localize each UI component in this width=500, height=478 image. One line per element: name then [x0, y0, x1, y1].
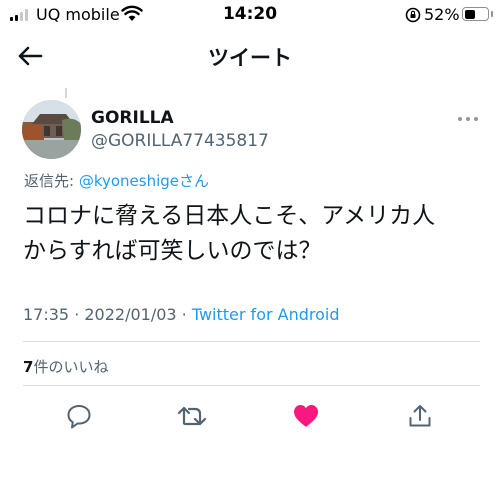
reply-suffix: さん [179, 172, 210, 190]
tweet-text-line: コロナに脅える日本人こそ、アメリカ人 [23, 203, 436, 229]
author-handle[interactable]: @GORILLA77435817 [91, 131, 269, 151]
battery-icon [462, 7, 493, 21]
avatar-photo [22, 100, 81, 159]
tweet-source-link[interactable]: Twitter for Android [192, 305, 340, 324]
reply-prefix: 返信先: [24, 172, 79, 190]
divider [23, 341, 480, 342]
retweet-button[interactable] [174, 398, 210, 434]
like-icon [294, 405, 318, 427]
navigation-bar: ツイート [0, 30, 500, 82]
likes-count[interactable]: 7件のいいね [23, 356, 108, 377]
tweet-meta: 17:35 · 2022/01/03 · Twitter for Android [23, 305, 340, 324]
reply-mention-link[interactable]: @kyoneshige [79, 172, 179, 190]
thread-connector [65, 88, 67, 98]
battery-percent: 52% [424, 5, 460, 24]
likes-label: 件のいいね [33, 358, 109, 376]
more-options-icon[interactable] [458, 117, 478, 123]
tweet-text-line: からすれば可笑しいのでは？ [23, 238, 322, 264]
like-button[interactable] [288, 398, 324, 434]
retweet-icon [177, 406, 207, 426]
reply-icon [67, 405, 91, 429]
author-display-name[interactable]: GORILLA [91, 108, 174, 128]
avatar[interactable] [22, 100, 81, 159]
divider [23, 385, 480, 386]
share-icon [409, 405, 431, 427]
page-title: ツイート [208, 46, 292, 70]
status-bar: UQ mobile 14:20 52% [0, 0, 500, 30]
likes-number: 7 [23, 358, 34, 376]
reply-button[interactable] [61, 398, 97, 434]
orientation-lock-icon [405, 7, 421, 27]
tweet-timestamp[interactable]: 17:35 · 2022/01/03 · [23, 305, 192, 324]
reply-context: 返信先: @kyoneshigeさん [24, 170, 209, 191]
battery-level-fill [464, 9, 476, 19]
share-button[interactable] [402, 398, 438, 434]
tweet-text: コロナに脅える日本人こそ、アメリカ人 からすれば可笑しいのでは？ [23, 199, 483, 269]
